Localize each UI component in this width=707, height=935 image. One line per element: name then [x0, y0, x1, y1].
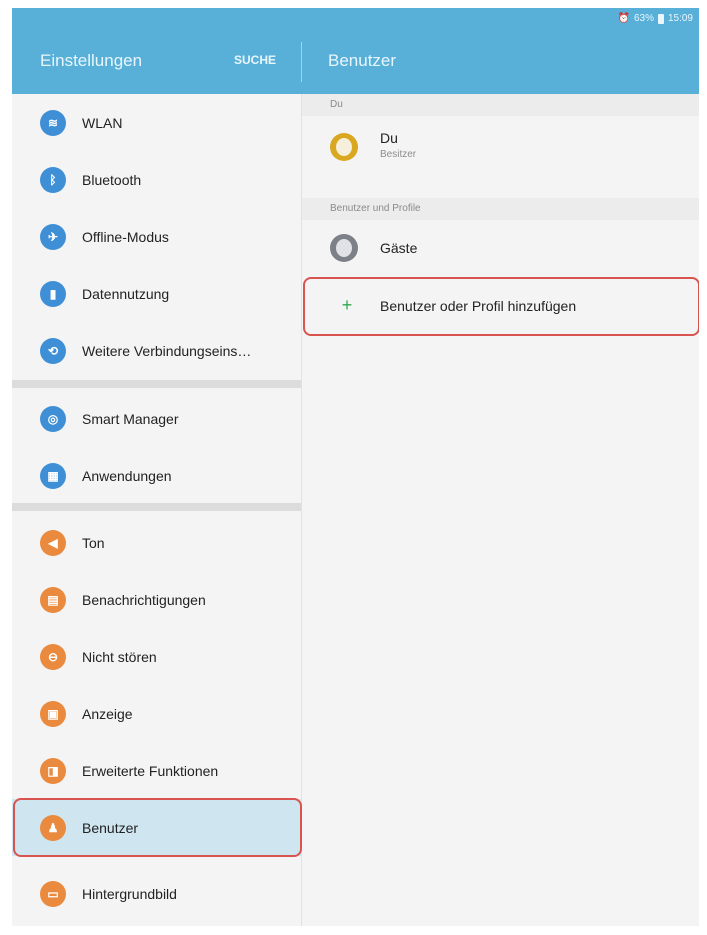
sidebar-item-label: WLAN [82, 114, 123, 131]
battery-icon [657, 13, 664, 24]
advanced-features-icon: ◨ [40, 757, 66, 784]
sidebar-item-more-connections[interactable]: ⟲ Weitere Verbindungseins… [12, 322, 301, 379]
do-not-disturb-icon: ⊖ [40, 643, 66, 670]
status-bar: ⏰ 63% 15:09 [12, 8, 699, 30]
airplane-icon: ✈ [40, 223, 66, 250]
sidebar-item-label: Erweiterte Funktionen [82, 762, 219, 779]
sidebar-item-label: Smart Manager [82, 410, 179, 427]
sidebar-item-do-not-disturb[interactable]: ⊖ Nicht stören [12, 628, 301, 685]
section-divider [12, 503, 301, 511]
sidebar-item-smart-manager[interactable]: ◎ Smart Manager [12, 390, 301, 447]
alarm-icon: ⏰ [617, 13, 630, 24]
sidebar-item-label: Benachrichtigungen [82, 591, 206, 608]
settings-sidebar: ≋ WLAN ᛒ Bluetooth ✈ Offline-Modus ▮ Dat… [12, 94, 302, 926]
sidebar-item-label: Anzeige [82, 705, 133, 722]
sidebar-item-label: Bluetooth [82, 171, 142, 188]
sidebar-item-display[interactable]: ▣ Anzeige [12, 685, 301, 742]
notifications-icon: ▤ [40, 586, 66, 613]
clock: 15:09 [667, 13, 693, 24]
sidebar-item-label: Datennutzung [82, 285, 170, 302]
section-header-you: Du [302, 94, 699, 116]
appbar-divider [301, 42, 302, 82]
user-name: Du [380, 130, 398, 146]
data-usage-icon: ▮ [40, 280, 66, 307]
section-divider [12, 380, 301, 388]
highlight-outline [13, 798, 302, 857]
smart-manager-icon: ◎ [40, 405, 66, 432]
settings-title: Einstellungen [40, 51, 143, 70]
section-header-users-profiles: Benutzer und Profile [302, 198, 699, 220]
connections-icon: ⟲ [40, 337, 66, 364]
display-icon: ▣ [40, 700, 66, 727]
sidebar-item-data-usage[interactable]: ▮ Datennutzung [12, 265, 301, 322]
user-role: Besitzer [380, 149, 417, 160]
wifi-icon: ≋ [40, 109, 66, 136]
user-avatar-icon [330, 133, 358, 161]
battery-percentage: 63% [633, 13, 654, 24]
sidebar-item-label: Ton [82, 534, 105, 551]
sidebar-item-label: Offline-Modus [82, 228, 169, 245]
user-row-you[interactable]: Du Besitzer [302, 118, 699, 176]
app-bar: Einstellungen SUCHE Benutzer [12, 30, 699, 94]
bluetooth-icon: ᛒ [40, 166, 66, 193]
guest-name: Gäste [380, 240, 418, 256]
apps-icon: ▦ [40, 462, 66, 489]
sound-icon: ◀ [40, 529, 66, 556]
highlight-outline [303, 277, 699, 336]
wallpaper-icon: ▭ [40, 880, 66, 907]
guest-avatar-icon [330, 234, 358, 262]
users-page-title: Benutzer [328, 51, 397, 70]
user-row-guest[interactable]: Gäste [302, 220, 699, 278]
sidebar-item-wlan[interactable]: ≋ WLAN [12, 94, 301, 151]
sidebar-item-notifications[interactable]: ▤ Benachrichtigungen [12, 571, 301, 628]
sidebar-item-label: Nicht stören [82, 648, 157, 665]
settings-screen: ⏰ 63% 15:09 Einstellungen SUCHE Benutzer… [12, 8, 699, 926]
sidebar-item-label: Anwendungen [82, 467, 172, 484]
sidebar-item-applications[interactable]: ▦ Anwendungen [12, 447, 301, 504]
sidebar-item-bluetooth[interactable]: ᛒ Bluetooth [12, 151, 301, 208]
sidebar-item-advanced-features[interactable]: ◨ Erweiterte Funktionen [12, 742, 301, 799]
sidebar-item-offline-mode[interactable]: ✈ Offline-Modus [12, 208, 301, 265]
sidebar-item-label: Weitere Verbindungseins… [82, 342, 252, 359]
sidebar-item-label: Hintergrundbild [82, 885, 177, 902]
sidebar-item-wallpaper[interactable]: ▭ Hintergrundbild [12, 865, 301, 922]
search-button[interactable]: SUCHE [234, 53, 276, 67]
sidebar-item-sound[interactable]: ◀ Ton [12, 514, 301, 571]
users-content: Du Du Besitzer Benutzer und Profile Gäst… [302, 94, 699, 926]
